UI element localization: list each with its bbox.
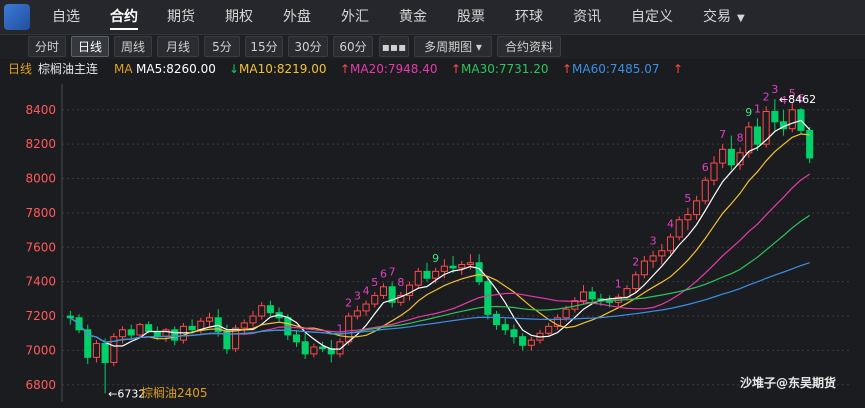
candle-body xyxy=(649,255,657,262)
candle-body xyxy=(240,322,248,329)
candle-body xyxy=(684,214,692,221)
candle-body xyxy=(84,329,92,358)
y-axis-tick-label: 8000 xyxy=(25,172,56,186)
sequence-label: 7 xyxy=(389,266,396,279)
candle-body xyxy=(788,109,796,130)
watermark-text: 沙堆子@东吴期货 xyxy=(740,376,837,390)
candle-body xyxy=(579,291,588,302)
y-axis-tick-label: 7400 xyxy=(25,275,56,289)
sequence-label: 2 xyxy=(345,297,352,310)
candle-body xyxy=(432,270,440,279)
candle-body xyxy=(153,331,161,338)
candle-body xyxy=(710,162,718,181)
candle-body xyxy=(501,324,509,331)
sequence-label: 3 xyxy=(354,290,361,303)
candle-body xyxy=(562,308,570,319)
candle-body xyxy=(258,305,266,317)
candle-body xyxy=(693,200,701,216)
candle-body xyxy=(319,346,327,350)
candle-body xyxy=(701,179,709,202)
y-axis-tick-label: 8200 xyxy=(25,137,56,151)
candle-body xyxy=(771,111,779,123)
y-axis-tick-label: 7000 xyxy=(25,343,56,357)
low-marker: ←6732 xyxy=(108,387,145,400)
sequence-label: 1 xyxy=(754,102,761,115)
candle-body xyxy=(440,265,448,272)
sequence-label: 4 xyxy=(667,218,674,231)
ma-line-ma5 xyxy=(69,119,811,350)
candle-body xyxy=(292,334,301,343)
candle-body xyxy=(719,148,727,164)
candle-body xyxy=(301,341,309,355)
y-axis-tick-label: 6800 xyxy=(25,378,56,392)
candle-body xyxy=(510,329,518,338)
candle-body xyxy=(414,270,422,286)
high-marker: ←8462 xyxy=(779,93,816,106)
candle-body xyxy=(284,317,292,336)
candle-body xyxy=(588,291,596,300)
candle-body xyxy=(640,260,648,276)
candle-body xyxy=(118,329,127,338)
candle-body xyxy=(675,219,683,238)
sequence-label: 3 xyxy=(771,83,778,96)
candlestick-chart[interactable]: 680070007200740076007800800082008400123 4… xyxy=(0,0,865,408)
sequence-label: 3 xyxy=(650,235,657,248)
candle-body xyxy=(66,315,74,319)
candle-body xyxy=(162,329,170,338)
candle-body xyxy=(136,324,144,336)
candle-body xyxy=(266,305,274,314)
sequence-label: 7 xyxy=(719,128,726,141)
candle-body xyxy=(205,317,214,322)
candle-body xyxy=(310,346,318,355)
candle-body xyxy=(371,294,379,305)
candle-body xyxy=(449,265,457,269)
candle-body xyxy=(353,310,361,317)
candle-body xyxy=(484,281,492,315)
y-axis-tick-label: 7200 xyxy=(25,309,56,323)
sequence-label: 9 xyxy=(745,106,752,119)
sequence-label: 5 xyxy=(684,192,691,205)
candle-body xyxy=(188,325,196,331)
candle-body xyxy=(458,263,466,269)
y-axis-tick-label: 7800 xyxy=(25,206,56,220)
sequence-label: 6 xyxy=(380,267,387,280)
candle-body xyxy=(362,303,370,312)
candle-body xyxy=(519,336,527,346)
sequence-label: 2 xyxy=(763,90,770,103)
candle-body xyxy=(727,148,735,166)
candle-body xyxy=(632,274,640,290)
contract-label: 棕榈油2405 xyxy=(141,386,208,400)
candle-body xyxy=(249,315,257,324)
sequence-label: 2 xyxy=(632,255,639,268)
candle-body xyxy=(753,126,762,145)
sequence-label: 8 xyxy=(397,276,404,289)
sequence-label: 5 xyxy=(371,276,378,289)
ma-line-ma10 xyxy=(69,133,810,343)
candle-body xyxy=(345,315,353,343)
sequence-label: 6 xyxy=(702,161,709,174)
candle-body xyxy=(527,339,535,346)
candle-body xyxy=(145,324,153,333)
candle-body xyxy=(101,343,109,363)
sequence-label: 4 xyxy=(363,285,370,298)
sequence-label: 8 xyxy=(737,132,744,145)
candle-body xyxy=(466,262,474,265)
candle-body xyxy=(379,286,388,296)
y-axis-tick-label: 7600 xyxy=(25,240,56,254)
sequence-label: 1 xyxy=(336,322,343,335)
sequence-label: 1 xyxy=(615,278,622,291)
candle-body xyxy=(745,126,753,154)
ma-line-ma20 xyxy=(69,173,811,343)
candle-body xyxy=(545,325,553,334)
candle-body xyxy=(658,250,666,257)
candle-body xyxy=(171,329,179,341)
candle-body xyxy=(492,313,501,326)
y-axis-tick-label: 8400 xyxy=(25,103,56,117)
candle-body xyxy=(423,270,431,279)
sequence-label: 9 xyxy=(432,252,439,265)
candle-body xyxy=(92,343,100,358)
candle-body xyxy=(127,329,135,336)
candle-body xyxy=(666,236,675,252)
candle-body xyxy=(475,262,483,283)
